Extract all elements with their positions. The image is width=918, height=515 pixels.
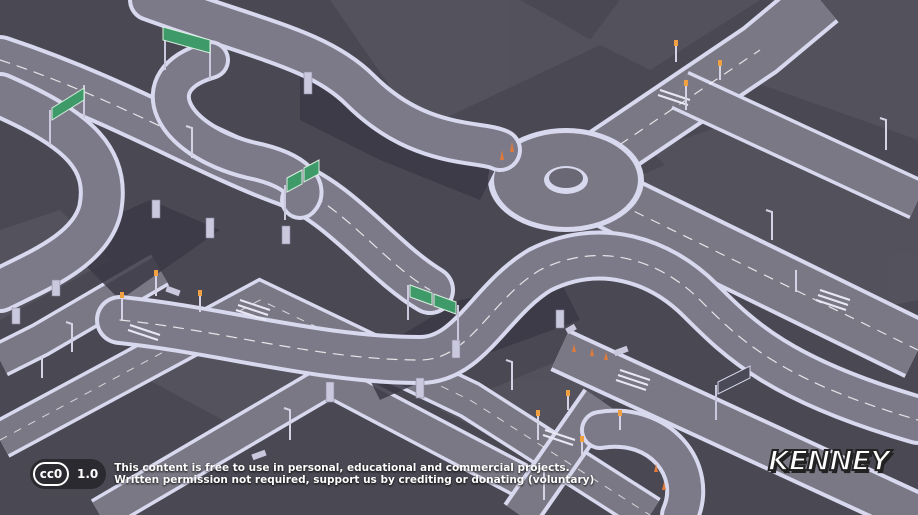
license-block: cc0 1.0 This content is free to use in p… (30, 459, 594, 489)
cc0-icon: cc0 (33, 462, 69, 486)
license-line-2: Written permission not required, support… (114, 474, 595, 486)
license-line-1: This content is free to use in personal,… (114, 462, 570, 474)
cc0-badge: cc0 1.0 (30, 459, 107, 489)
license-text: This content is free to use in personal,… (114, 462, 594, 486)
kenney-logo: KENNEY (767, 440, 891, 490)
kenney-logo-text: KENNEY (767, 443, 891, 478)
road-scene (0, 0, 918, 515)
license-version: 1.0 (77, 467, 99, 481)
